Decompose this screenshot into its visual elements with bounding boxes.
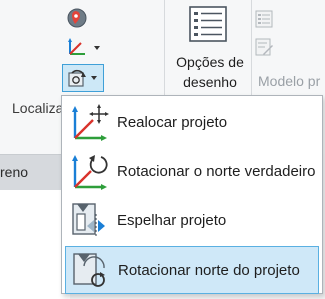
browser-header-label: reno: [0, 164, 29, 180]
relocate-project-icon: [67, 100, 111, 144]
model-panel-label: Modelo pr: [258, 73, 321, 89]
position-dropdown-menu: Realocar projeto Rotacionar o norte verd…: [61, 95, 323, 294]
location-pin-icon[interactable]: [64, 6, 90, 30]
drawing-options-label-line1: Opções de: [176, 54, 244, 70]
model-list-icon[interactable]: [252, 8, 276, 30]
chevron-down-icon[interactable]: [94, 46, 100, 50]
model-edit-icon[interactable]: [252, 36, 276, 58]
drawing-options-icon[interactable]: [186, 4, 230, 44]
panel-divider: [164, 0, 165, 96]
menu-item-label: Realocar projeto: [117, 113, 228, 131]
menu-item-label: Rotacionar norte do projeto: [118, 261, 300, 279]
menu-item-rotate-true-north[interactable]: Rotacionar o norte verdadeiro: [65, 147, 319, 195]
drawing-options-label-line2: desenho: [183, 74, 237, 90]
rotate-true-north-icon: [67, 149, 111, 193]
menu-item-relocate-project[interactable]: Realocar projeto: [65, 98, 319, 146]
location-panel-label: Localiza: [12, 100, 64, 116]
drawing-options-button[interactable]: Opções de desenho: [172, 52, 248, 92]
browser-header: reno: [0, 154, 70, 191]
menu-item-mirror-project[interactable]: Espelhar projeto: [65, 196, 319, 244]
menu-item-label: Rotacionar o norte verdadeiro: [117, 162, 316, 180]
browser-panel: [0, 190, 70, 299]
chevron-down-icon: [91, 76, 97, 80]
menu-item-label: Espelhar projeto: [117, 211, 227, 229]
menu-item-rotate-project-north[interactable]: Rotacionar norte do projeto: [65, 246, 319, 294]
rotate-project-north-icon: [68, 69, 86, 87]
mirror-project-icon: [67, 198, 111, 242]
rotate-project-north-icon: [68, 248, 112, 292]
coordinates-icon[interactable]: [64, 35, 90, 59]
position-split-button[interactable]: [62, 64, 104, 92]
